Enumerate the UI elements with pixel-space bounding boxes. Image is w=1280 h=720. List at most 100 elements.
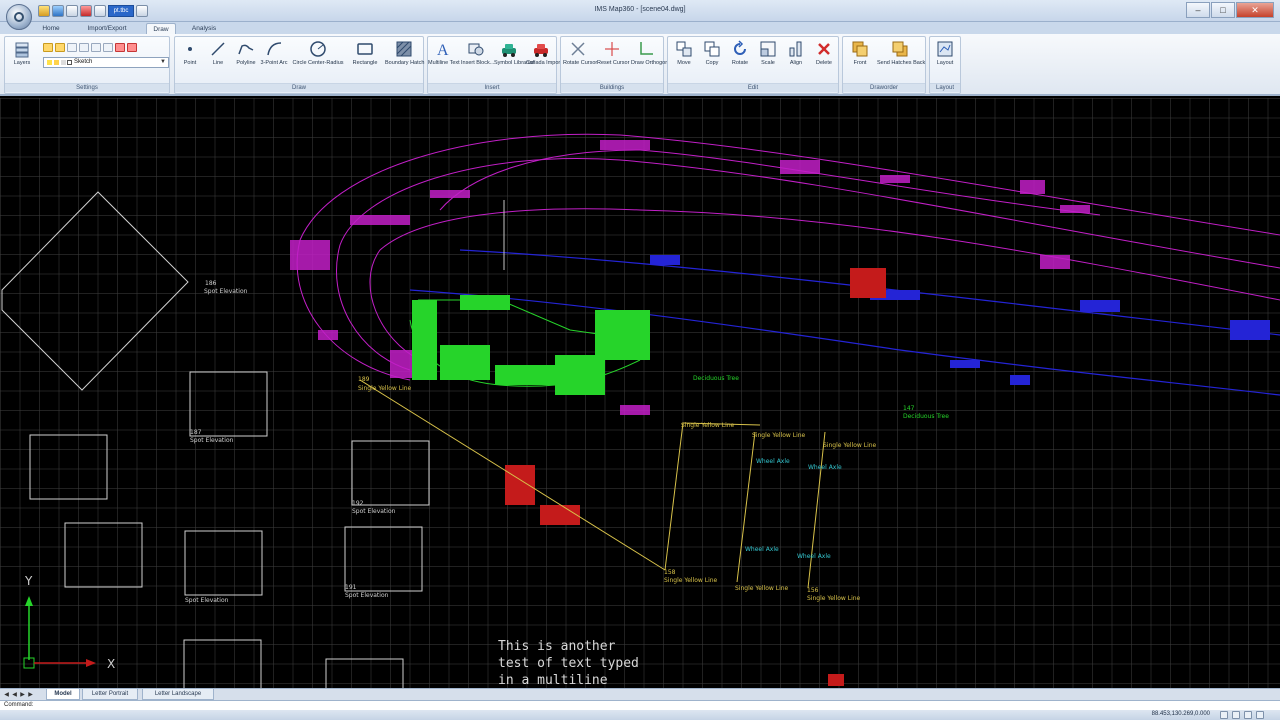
ucs-icon: Y X — [23, 574, 115, 671]
snap-toggle-icon[interactable] — [1220, 711, 1228, 719]
app-logo-icon — [14, 12, 24, 22]
tab-letter-portrait[interactable]: Letter Portrait — [82, 689, 138, 700]
layout-tab-bar: ◀ ◀ ▶ ▶ Model Letter Portrait Letter Lan… — [0, 688, 1280, 700]
maximize-button[interactable]: □ — [1211, 2, 1235, 18]
symbol-librarian-label: Symbol Librarian — [494, 60, 536, 66]
wheel-axle-label-4: Wheel Axle — [797, 553, 831, 560]
wheel-axle-label-1: Wheel Axle — [756, 458, 790, 465]
polyline-label: Polyline — [236, 60, 256, 66]
point-189-label: 189 — [358, 376, 370, 383]
snap-none-icon[interactable] — [115, 43, 125, 52]
layout-icon — [937, 41, 953, 57]
layer-on-icon — [47, 60, 52, 65]
snap-endpoint-icon[interactable] — [43, 43, 53, 52]
draw-orthogonal-button[interactable]: Draw Orthogonal — [631, 40, 673, 82]
snap-node-icon[interactable] — [79, 43, 89, 52]
blue-label-clutter — [650, 255, 1270, 385]
point-186-label: 186 — [205, 280, 217, 287]
drawing-canvas[interactable]: Spot Elevation 186 Spot Elevation 187 Sp… — [0, 98, 1280, 688]
text-a-icon: A — [437, 42, 449, 58]
multiline-text-block[interactable]: This is another test of text typed in a mu… — [498, 638, 639, 688]
yellow-road-lines — [359, 379, 826, 589]
scale-button[interactable]: Scale — [753, 40, 783, 82]
point-191-label: 191 — [345, 584, 357, 591]
tab-letter-landscape[interactable]: Letter Landscape — [142, 689, 214, 700]
layers-button[interactable]: Layers — [7, 40, 37, 82]
draworder-group: Front Send Hatches Back Draworder — [842, 36, 926, 94]
snap-center-icon[interactable] — [67, 43, 77, 52]
last-layout-icon[interactable]: ▶ — [27, 691, 34, 699]
circle-icon — [310, 41, 326, 57]
arc-label: 3-Point Arc — [260, 60, 288, 66]
snap-midpoint-icon[interactable] — [55, 43, 65, 52]
collada-car-icon — [534, 44, 548, 57]
move-button[interactable]: Move — [669, 40, 699, 82]
delete-button[interactable]: Delete — [809, 40, 839, 82]
point-158-label: 158 — [664, 569, 676, 576]
car-icon — [502, 44, 516, 57]
draw-orthogonal-label: Draw Orthogonal — [631, 60, 673, 66]
multiline-text-button[interactable]: A Multiline Text — [428, 40, 460, 82]
minimize-button[interactable]: – — [1186, 2, 1210, 18]
align-button[interactable]: Align — [781, 40, 811, 82]
collada-import-button[interactable]: Collada Import — [526, 40, 562, 82]
tab-import-export[interactable]: Import/Export — [80, 23, 134, 34]
front-button[interactable]: Front — [845, 40, 875, 82]
close-button[interactable]: ✕ — [1236, 2, 1274, 18]
layout-button[interactable]: Layout — [930, 40, 960, 82]
snap-intersection-icon[interactable] — [103, 43, 113, 52]
boundary-hatch-button[interactable]: Boundary Hatch — [385, 40, 424, 82]
spot-elevation-label-4: Spot Elevation — [185, 597, 229, 604]
tab-analysis[interactable]: Analysis — [186, 23, 222, 34]
delete-label: Delete — [816, 60, 832, 66]
circle-button[interactable]: Circle Center-Radius — [291, 40, 345, 82]
polyline-button[interactable]: Polyline — [231, 40, 261, 82]
point-button[interactable]: Point — [175, 40, 205, 82]
send-back-icon — [892, 41, 908, 57]
ribbon: Layers Sketch ▼ Settings Point Line Poly… — [0, 34, 1280, 96]
copy-label: Copy — [705, 60, 719, 66]
prev-layout-icon[interactable]: ◀ — [11, 691, 18, 699]
line-button[interactable]: Line — [203, 40, 233, 82]
edit-group-label: Edit — [668, 83, 838, 92]
cad-drawing: Spot Elevation 186 Spot Elevation 187 Sp… — [1, 133, 1280, 688]
draworder-group-label: Draworder — [843, 83, 925, 92]
spot-elevation-label-2: Spot Elevation — [190, 437, 234, 444]
window-title: IMS Map360 - [scene04.dwg] — [594, 6, 686, 13]
orthogonal-icon — [640, 42, 653, 55]
ribbon-tab-bar: Home Import/Export Draw Analysis — [0, 22, 1280, 34]
insert-block-button[interactable]: Insert Block... — [461, 40, 495, 82]
spot-elevation-label-3: Spot Elevation — [352, 508, 396, 515]
reset-cursor-button[interactable]: Reset Cursor — [597, 40, 629, 82]
symbol-librarian-button[interactable]: Symbol Librarian — [494, 40, 536, 82]
snap-clear-icon[interactable] — [127, 43, 137, 52]
deciduous-tree-label-2: Deciduous Tree — [903, 413, 949, 420]
rotate-cursor-button[interactable]: Rotate Cursor — [563, 40, 598, 82]
copy-button[interactable]: Copy — [697, 40, 727, 82]
current-layer-dropdown[interactable]: Sketch ▼ — [43, 57, 169, 68]
tab-model[interactable]: Model — [46, 689, 80, 700]
tab-draw[interactable]: Draw — [146, 23, 176, 34]
grid-toggle-icon[interactable] — [1232, 711, 1240, 719]
command-line[interactable]: Command: — [0, 700, 1280, 710]
three-point-arc-button[interactable]: 3-Point Arc — [259, 40, 289, 82]
rectangle-label: Rectangle — [352, 60, 378, 66]
layers-label: Layers — [13, 60, 31, 66]
spot-elevation-label-1: Spot Elevation — [204, 288, 248, 295]
snap-quadrant-icon[interactable] — [91, 43, 101, 52]
align-label: Align — [789, 60, 803, 66]
ortho-toggle-icon[interactable] — [1244, 711, 1252, 719]
rotate-cursor-label: Rotate Cursor — [563, 60, 598, 66]
next-layout-icon[interactable]: ▶ — [19, 691, 26, 699]
insert-block-label: Insert Block... — [461, 60, 495, 66]
rectangle-button[interactable]: Rectangle — [347, 40, 383, 82]
first-layout-icon[interactable]: ◀ — [3, 691, 10, 699]
polar-toggle-icon[interactable] — [1256, 711, 1264, 719]
send-hatches-back-button[interactable]: Send Hatches Back — [877, 40, 925, 82]
layout-label: Layout — [936, 60, 954, 66]
rotate-button[interactable]: Rotate — [725, 40, 755, 82]
single-yellow-line-label-2: Single Yellow Line — [681, 422, 735, 429]
application-menu-button[interactable] — [6, 4, 32, 30]
point-187-label: 187 — [190, 429, 202, 436]
tab-home[interactable]: Home — [36, 23, 66, 34]
